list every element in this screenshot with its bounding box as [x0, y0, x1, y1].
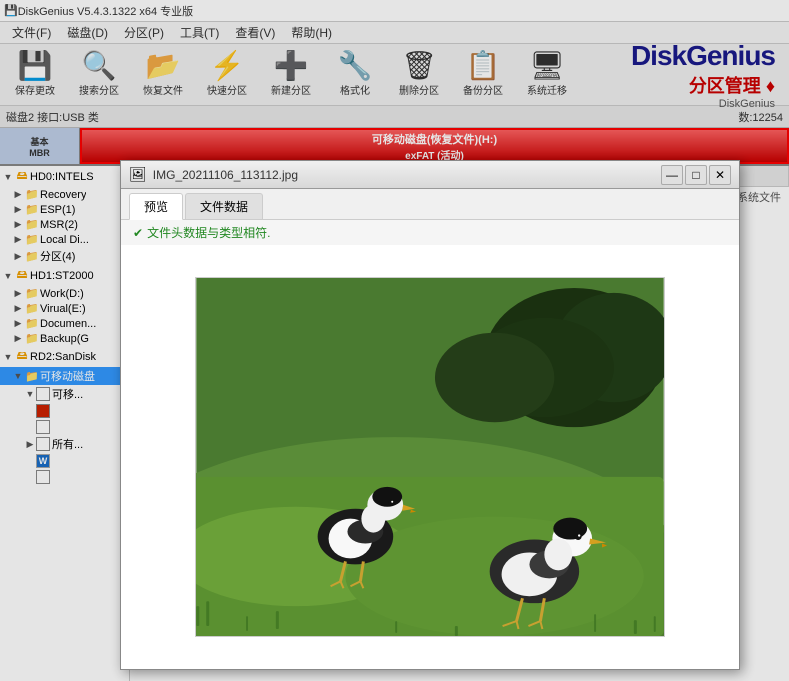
modal-titlebar[interactable]: 🖼 IMG_20211106_113112.jpg — □ ✕ — [121, 161, 739, 189]
image-preview-modal: 🖼 IMG_20211106_113112.jpg — □ ✕ 预览 文件数据 … — [120, 160, 740, 670]
modal-close-button[interactable]: ✕ — [709, 165, 731, 185]
close-icon: ✕ — [715, 168, 725, 182]
modal-preview-area — [121, 245, 739, 669]
status-text: 文件头数据与类型相符. — [147, 224, 270, 241]
modal-maximize-button[interactable]: □ — [685, 165, 707, 185]
minimize-icon: — — [666, 168, 678, 182]
modal-minimize-button[interactable]: — — [661, 165, 683, 185]
tab-filedata[interactable]: 文件数据 — [185, 193, 263, 219]
maximize-icon: □ — [692, 168, 699, 182]
preview-image — [195, 277, 665, 637]
tab-preview-label: 预览 — [144, 200, 168, 214]
modal-file-icon: 🖼 — [129, 166, 147, 183]
tab-filedata-label: 文件数据 — [200, 200, 248, 214]
modal-title: IMG_20211106_113112.jpg — [153, 168, 659, 182]
status-icon: ✔ — [133, 226, 143, 240]
tab-preview[interactable]: 预览 — [129, 193, 183, 220]
modal-status: ✔ 文件头数据与类型相符. — [121, 220, 739, 245]
modal-tabs: 预览 文件数据 — [121, 189, 739, 220]
